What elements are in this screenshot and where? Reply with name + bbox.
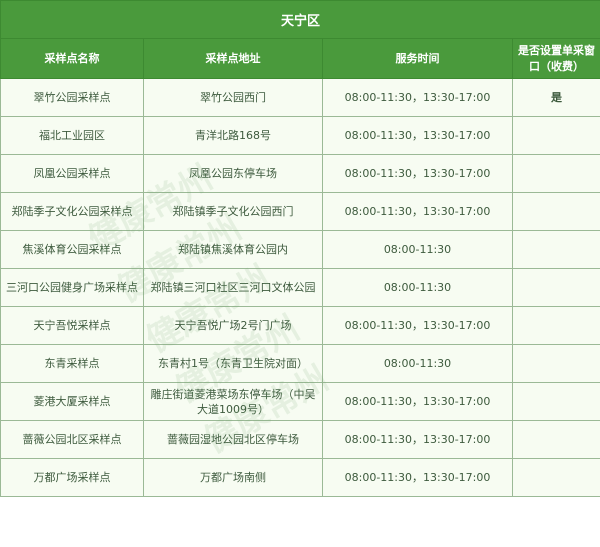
single-window-cell — [513, 269, 600, 307]
table-row: 蔷薇公园北区采样点蔷薇园湿地公园北区停车场08:00-11:30，13:30-1… — [1, 421, 600, 459]
column-header-hours: 服务时间 — [323, 39, 513, 79]
table-row: 凤凰公园采样点凤凰公园东停车场08:00-11:30，13:30-17:00 — [1, 155, 600, 193]
column-header-address: 采样点地址 — [144, 39, 323, 79]
service-hours-cell: 08:00-11:30，13:30-17:00 — [323, 155, 513, 193]
single-window-cell — [513, 459, 600, 497]
header-row: 采样点名称 采样点地址 服务时间 是否设置单采窗口（收费） — [1, 39, 600, 79]
site-address-cell: 郑陆镇焦溪体育公园内 — [144, 231, 323, 269]
column-header-name: 采样点名称 — [1, 39, 144, 79]
table-row: 天宁吾悦采样点天宁吾悦广场2号门广场08:00-11:30，13:30-17:0… — [1, 307, 600, 345]
site-address-cell: 翠竹公园西门 — [144, 79, 323, 117]
single-window-cell — [513, 383, 600, 421]
site-address-cell: 雕庄街道菱港菜场东停车场（中吴大道1009号） — [144, 383, 323, 421]
service-hours-cell: 08:00-11:30，13:30-17:00 — [323, 307, 513, 345]
site-address-cell: 万都广场南侧 — [144, 459, 323, 497]
single-window-cell — [513, 231, 600, 269]
service-hours-cell: 08:00-11:30，13:30-17:00 — [323, 421, 513, 459]
single-window-cell — [513, 345, 600, 383]
site-name-cell: 万都广场采样点 — [1, 459, 144, 497]
site-name-cell: 天宁吾悦采样点 — [1, 307, 144, 345]
service-hours-cell: 08:00-11:30，13:30-17:00 — [323, 383, 513, 421]
site-address-cell: 郑陆镇季子文化公园西门 — [144, 193, 323, 231]
site-name-cell: 三河口公园健身广场采样点 — [1, 269, 144, 307]
sampling-sites-table: 天宁区 采样点名称 采样点地址 服务时间 是否设置单采窗口（收费） 翠竹公园采样… — [0, 0, 600, 497]
site-address-cell: 蔷薇园湿地公园北区停车场 — [144, 421, 323, 459]
table-row: 万都广场采样点万都广场南侧08:00-11:30，13:30-17:00 — [1, 459, 600, 497]
site-name-cell: 福北工业园区 — [1, 117, 144, 155]
single-window-cell — [513, 193, 600, 231]
district-title: 天宁区 — [1, 1, 600, 39]
table-row: 东青采样点东青村1号（东青卫生院对面）08:00-11:30 — [1, 345, 600, 383]
site-name-cell: 郑陆季子文化公园采样点 — [1, 193, 144, 231]
service-hours-cell: 08:00-11:30，13:30-17:00 — [323, 459, 513, 497]
site-name-cell: 菱港大厦采样点 — [1, 383, 144, 421]
column-header-single-window: 是否设置单采窗口（收费） — [513, 39, 600, 79]
service-hours-cell: 08:00-11:30，13:30-17:00 — [323, 117, 513, 155]
site-address-cell: 凤凰公园东停车场 — [144, 155, 323, 193]
single-window-cell — [513, 421, 600, 459]
site-name-cell: 东青采样点 — [1, 345, 144, 383]
site-address-cell: 东青村1号（东青卫生院对面） — [144, 345, 323, 383]
service-hours-cell: 08:00-11:30 — [323, 269, 513, 307]
service-hours-cell: 08:00-11:30 — [323, 345, 513, 383]
site-name-cell: 蔷薇公园北区采样点 — [1, 421, 144, 459]
site-address-cell: 郑陆镇三河口社区三河口文体公园 — [144, 269, 323, 307]
single-window-cell — [513, 307, 600, 345]
site-name-cell: 翠竹公园采样点 — [1, 79, 144, 117]
site-address-cell: 天宁吾悦广场2号门广场 — [144, 307, 323, 345]
site-name-cell: 焦溪体育公园采样点 — [1, 231, 144, 269]
table-row: 焦溪体育公园采样点郑陆镇焦溪体育公园内08:00-11:30 — [1, 231, 600, 269]
table-row: 菱港大厦采样点雕庄街道菱港菜场东停车场（中吴大道1009号）08:00-11:3… — [1, 383, 600, 421]
table-row: 福北工业园区青洋北路168号08:00-11:30，13:30-17:00 — [1, 117, 600, 155]
title-row: 天宁区 — [1, 1, 600, 39]
table-row: 郑陆季子文化公园采样点郑陆镇季子文化公园西门08:00-11:30，13:30-… — [1, 193, 600, 231]
single-window-cell: 是 — [513, 79, 600, 117]
service-hours-cell: 08:00-11:30，13:30-17:00 — [323, 193, 513, 231]
single-window-cell — [513, 155, 600, 193]
table-row: 翠竹公园采样点翠竹公园西门08:00-11:30，13:30-17:00是 — [1, 79, 600, 117]
table-row: 三河口公园健身广场采样点郑陆镇三河口社区三河口文体公园08:00-11:30 — [1, 269, 600, 307]
single-window-cell — [513, 117, 600, 155]
site-name-cell: 凤凰公园采样点 — [1, 155, 144, 193]
service-hours-cell: 08:00-11:30，13:30-17:00 — [323, 79, 513, 117]
site-address-cell: 青洋北路168号 — [144, 117, 323, 155]
service-hours-cell: 08:00-11:30 — [323, 231, 513, 269]
